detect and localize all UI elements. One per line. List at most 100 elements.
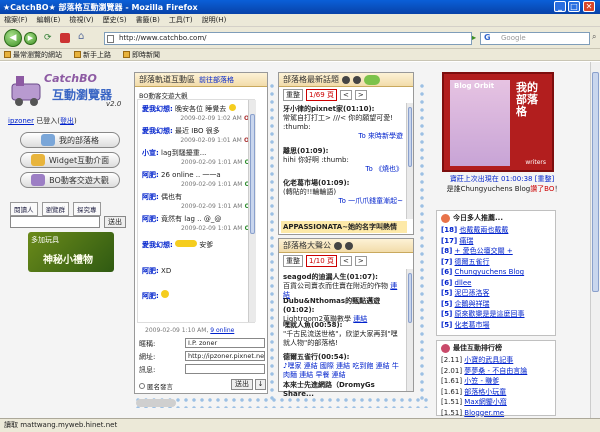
topic-post-title[interactable]: 化老葛市場(01:09): bbox=[283, 179, 403, 188]
menu-help[interactable]: 說明(H) bbox=[202, 15, 227, 25]
popular-item[interactable]: [7] 德爾五雀行 bbox=[437, 257, 555, 268]
chat-author[interactable]: 阿肥: bbox=[142, 267, 159, 275]
chat-author[interactable]: 阿肥: bbox=[142, 193, 159, 201]
topics-reload-button[interactable]: 重整 bbox=[283, 89, 303, 101]
topic-post-title[interactable]: 牙小律的pixnet家(01:10): bbox=[283, 105, 403, 114]
menu-edit[interactable]: 編輯(E) bbox=[37, 15, 61, 25]
maximize-button[interactable]: □ bbox=[568, 1, 580, 12]
logout-link[interactable]: 登出 bbox=[60, 117, 74, 125]
minimize-button[interactable]: _ bbox=[554, 1, 566, 12]
go-to-blog-link[interactable]: 前往部落格 bbox=[199, 76, 234, 84]
hot-post-title[interactable]: seagod的迪漏人生(01:07): bbox=[283, 273, 403, 282]
ranking-link[interactable]: Max網鑒小窩 bbox=[464, 398, 506, 406]
explore-button[interactable]: 探究專 bbox=[73, 202, 101, 216]
bookmark-getting-started[interactable]: 新手上路 bbox=[74, 50, 111, 60]
popular-item[interactable]: [5] 企鵝與祥瑞 bbox=[437, 299, 555, 310]
ad-reload-link[interactable]: [重整] bbox=[535, 175, 554, 183]
hot-next-button[interactable]: > bbox=[354, 256, 367, 266]
gift-banner[interactable]: 多加玩具 神秘小禮物 bbox=[28, 232, 114, 272]
hot-post-title[interactable]: 本來士先進網路（DromyGs Share... bbox=[283, 381, 403, 399]
popular-item[interactable]: [8] + 愛色公壇交關 + bbox=[437, 246, 555, 257]
popular-item[interactable]: [5] 化老葛市場 bbox=[437, 320, 555, 331]
chat-send-button[interactable]: 送出 bbox=[231, 379, 253, 390]
chat-author[interactable]: 阿肥: bbox=[142, 215, 159, 223]
scroll-thumb[interactable] bbox=[408, 273, 412, 323]
menu-history[interactable]: 歷史(S) bbox=[103, 15, 127, 25]
popular-link[interactable]: 德爾五雀行 bbox=[455, 258, 490, 266]
message-input[interactable] bbox=[185, 364, 265, 374]
chat-author[interactable]: 愛我幻想: bbox=[142, 127, 173, 135]
ranking-link[interactable]: 小寶的武具記事 bbox=[464, 356, 513, 364]
popular-item[interactable]: [17] 痛瑞 bbox=[437, 236, 555, 247]
remove-icon[interactable] bbox=[345, 241, 353, 250]
topic-post-recipient[interactable]: To 一爪爪錢童漸起~ bbox=[283, 197, 403, 206]
add-icon[interactable] bbox=[334, 241, 342, 250]
menu-view[interactable]: 檢視(V) bbox=[69, 15, 93, 25]
online-count-link[interactable]: 9 online bbox=[210, 327, 234, 334]
hot-post-body[interactable]: ♪嘿家 連結 國際 連結 吃到飽 連結 牛肉麵 連結 早餐 連結 bbox=[283, 362, 403, 380]
popular-link[interactable]: + 愛色公壇交關 + bbox=[455, 247, 513, 255]
topics-prev-button[interactable]: < bbox=[339, 90, 352, 100]
browse-group-button[interactable]: 瀏覽群 bbox=[41, 202, 69, 216]
menu-tools[interactable]: 工具(T) bbox=[169, 15, 193, 25]
popular-item[interactable]: [6] Chungyuchens Blog bbox=[437, 267, 555, 278]
popular-link[interactable]: 原來歡樂是是這麼回事 bbox=[455, 310, 525, 318]
bo-friends-button[interactable]: BO動客交遊大觀 bbox=[20, 172, 120, 188]
catchbo-logo[interactable]: CatchBO 互動瀏覽器 v2.0 bbox=[8, 70, 128, 112]
forward-button[interactable]: ▶ bbox=[24, 32, 37, 45]
home-icon[interactable]: ⌂ bbox=[78, 31, 84, 42]
chat-author[interactable]: 愛我幻想: bbox=[142, 241, 173, 249]
readers-button[interactable]: 閱讀人 bbox=[10, 202, 38, 216]
bookmark-news[interactable]: 即時新聞 bbox=[123, 50, 160, 60]
chat-author[interactable]: 愛我幻想: bbox=[142, 105, 173, 113]
remove-icon[interactable] bbox=[353, 75, 361, 84]
ranking-item[interactable]: [1.51] Max網鑒小窩 bbox=[437, 397, 555, 408]
scroll-thumb[interactable] bbox=[408, 107, 412, 167]
topics-next-button[interactable]: > bbox=[354, 90, 367, 100]
my-blog-button[interactable]: 我的部落格 bbox=[20, 132, 120, 148]
popular-link[interactable]: 企鵝與祥瑞 bbox=[455, 300, 490, 308]
scroll-thumb[interactable] bbox=[250, 114, 255, 234]
left-text-input[interactable] bbox=[10, 216, 100, 228]
left-submit-button[interactable]: 送出 bbox=[104, 216, 126, 228]
welcome-link[interactable]: 讚了BO bbox=[530, 185, 554, 193]
hot-prev-button[interactable]: < bbox=[339, 256, 352, 266]
popular-item[interactable]: [6] dllee bbox=[437, 278, 555, 289]
popular-link[interactable]: dllee bbox=[455, 279, 472, 287]
ranking-item[interactable]: [1.61] 小笠 - 賺爹 bbox=[437, 376, 555, 387]
url-bar[interactable]: http://www.catchbo.com/ bbox=[104, 32, 472, 45]
hot-post-title[interactable]: Dubu&Nthomas的甄點邁遊(01:02): bbox=[283, 297, 403, 315]
add-icon[interactable] bbox=[342, 75, 350, 84]
hot-scrollbar[interactable] bbox=[406, 269, 413, 391]
ranking-item[interactable]: [2.01] 夢夢桑 - 不自由言論 bbox=[437, 366, 555, 377]
popular-link[interactable]: 也戴戴兩也戴戴 bbox=[459, 226, 508, 234]
topic-post-recipient[interactable]: To 《燒也》 bbox=[283, 165, 403, 174]
ranking-link[interactable]: 小笠 - 賺爹 bbox=[464, 377, 499, 385]
hot-post-title[interactable]: 德爾五雀行(00:54): bbox=[283, 353, 403, 362]
highlight-topic[interactable]: APPASSIONATA~她的名字叫熱情 bbox=[281, 221, 407, 233]
radio-icon[interactable] bbox=[139, 383, 145, 389]
topics-scrollbar[interactable] bbox=[406, 103, 413, 219]
popular-item[interactable]: [5] 泥巴孫洛客 bbox=[437, 288, 555, 299]
reload-icon[interactable]: ⟳ bbox=[44, 33, 52, 43]
ranking-item[interactable]: [1.61] 部落格小玩童 bbox=[437, 387, 555, 398]
chat-author[interactable]: 小宣: bbox=[142, 149, 159, 157]
ranking-item[interactable]: [2.11] 小寶的武具記事 bbox=[437, 355, 555, 366]
menu-file[interactable]: 檔案(F) bbox=[4, 15, 28, 25]
topic-post-recipient[interactable]: To 來時新學遊 bbox=[283, 132, 403, 141]
hot-post-title[interactable]: 嘿就人魚(00:58): bbox=[283, 321, 403, 330]
widget-button[interactable]: Widget互動介面 bbox=[20, 152, 120, 168]
ranking-link[interactable]: 夢夢桑 - 不自由言論 bbox=[464, 367, 527, 375]
anonymous-option[interactable]: 匿名發言 bbox=[139, 381, 173, 391]
url-input[interactable]: http://ipzoner.pixnet.net/b bbox=[185, 351, 265, 361]
username-link[interactable]: ipzoner bbox=[8, 117, 34, 125]
nickname-input[interactable]: I.P. zoner bbox=[185, 338, 265, 348]
blog-orbit-ad[interactable]: Blog Orbit 我的部落格 writers bbox=[442, 72, 554, 172]
popular-link[interactable]: 痛瑞 bbox=[459, 237, 473, 245]
popular-item[interactable]: [18] 也戴戴兩也戴戴 bbox=[437, 225, 555, 236]
popular-item[interactable]: [5] 原來歡樂是是這麼回事 bbox=[437, 309, 555, 320]
search-input[interactable]: Google bbox=[480, 32, 590, 45]
chat-more-button[interactable]: ↓ bbox=[255, 379, 266, 390]
hot-reload-button[interactable]: 重整 bbox=[283, 255, 303, 267]
page-scroll-thumb[interactable] bbox=[592, 72, 599, 292]
